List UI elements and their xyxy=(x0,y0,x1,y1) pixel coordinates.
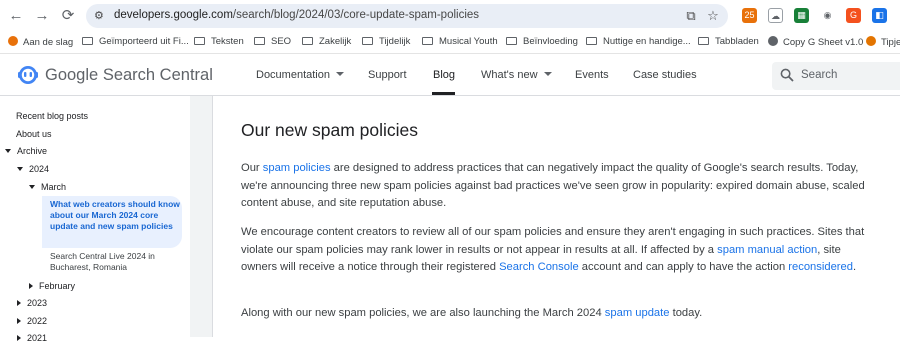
search-console-link[interactable]: Search Console xyxy=(499,261,579,273)
bookmark-favicon-icon xyxy=(866,36,876,46)
bookmarks-bar: Aan de slag Geïmporteerd uit Fi... Tekst… xyxy=(0,32,900,54)
sidebar-item-february[interactable]: February xyxy=(29,281,75,291)
expand-arrow-icon xyxy=(17,300,21,306)
chevron-down-icon xyxy=(336,72,344,76)
content-gutter xyxy=(190,96,212,337)
site-header: Google Search Central Documentation Supp… xyxy=(0,54,900,96)
bookmark-folder[interactable]: Tabbladen xyxy=(698,36,759,47)
back-icon[interactable]: ← xyxy=(8,8,24,24)
expand-arrow-icon xyxy=(29,283,33,289)
bookmark-folder[interactable]: Beïnvloeding xyxy=(506,36,578,47)
address-bar[interactable]: ⚙ developers.google.com/search/blog/2024… xyxy=(86,4,728,28)
folder-icon xyxy=(506,37,517,45)
bookmark-folder[interactable]: Nuttige en handige... xyxy=(586,36,691,47)
reconsidered-link[interactable]: reconsidered xyxy=(788,261,853,273)
bookmark-star-icon[interactable]: ☆ xyxy=(706,9,720,23)
nav-support[interactable]: Support xyxy=(368,69,407,81)
bookmark-folder[interactable]: Tijdelijk xyxy=(362,36,410,47)
article-paragraph-2: We encourage content creators to review … xyxy=(241,226,865,273)
selected-post-label: What web creators should know about our … xyxy=(50,199,180,231)
active-tab-indicator xyxy=(432,92,455,95)
bookmark-folder[interactable]: SEO xyxy=(254,36,291,47)
brand-google: Google xyxy=(45,66,99,84)
article-heading: Our new spam policies xyxy=(241,120,419,140)
forward-icon[interactable]: → xyxy=(34,8,50,24)
sidebar-item-2024[interactable]: 2024 xyxy=(17,164,49,174)
search-icon xyxy=(780,68,794,82)
expand-arrow-icon xyxy=(17,335,21,341)
search-box[interactable]: Search xyxy=(772,62,900,90)
bookmark-favicon-icon xyxy=(8,36,18,46)
url-path: /search/blog/2024/03/core-update-spam-po… xyxy=(232,9,480,21)
folder-icon xyxy=(254,37,265,45)
profile-extension-icon[interactable]: ◧ xyxy=(872,8,887,23)
site-info-icon[interactable]: ⚙ xyxy=(94,9,108,23)
cloud-extension-icon[interactable]: ☁ xyxy=(768,8,783,23)
nav-documentation[interactable]: Documentation xyxy=(256,69,344,81)
sidebar-item-recent[interactable]: Recent blog posts xyxy=(16,111,88,121)
article-paragraph-3: Along with our new spam policies, we are… xyxy=(241,307,703,319)
install-app-icon[interactable]: ⧉ xyxy=(684,9,698,23)
nav-case-studies[interactable]: Case studies xyxy=(633,69,697,81)
bookmark-folder[interactable]: Zakelijk xyxy=(302,36,351,47)
spam-update-link[interactable]: spam update xyxy=(605,307,670,319)
bookmark-item[interactable]: Aan de slag xyxy=(8,36,73,48)
spam-policies-link[interactable]: spam policies xyxy=(263,162,331,174)
camera-extension-icon[interactable]: ◉ xyxy=(820,8,835,23)
url-text[interactable]: developers.google.com/search/blog/2024/0… xyxy=(114,9,479,21)
expand-arrow-icon xyxy=(5,149,11,153)
sidebar-item-about[interactable]: About us xyxy=(16,129,52,139)
sidebar-item-2021[interactable]: 2021 xyxy=(17,333,47,343)
folder-icon xyxy=(82,37,93,45)
sidebar-item-selected-post[interactable]: What web creators should know about our … xyxy=(42,196,182,248)
expand-arrow-icon xyxy=(17,167,23,171)
sidebar-item-march[interactable]: March xyxy=(29,182,66,192)
folder-icon xyxy=(698,37,709,45)
article-paragraph-1: Our spam policies are designed to addres… xyxy=(241,162,865,209)
extension-badge: 25 xyxy=(744,10,755,20)
globe-icon xyxy=(768,36,778,46)
bookmark-folder[interactable]: Teksten xyxy=(194,36,244,47)
bookmark-item[interactable]: Tipje xyxy=(866,36,900,48)
sidebar-item-search-central-live[interactable]: Search Central Live 2024 in Bucharest, R… xyxy=(50,251,180,273)
search-central-logo-icon[interactable] xyxy=(16,63,40,87)
sidebar-item-archive[interactable]: Archive xyxy=(5,146,47,156)
spam-manual-action-link[interactable]: spam manual action xyxy=(717,244,817,256)
folder-icon xyxy=(422,37,433,45)
folder-icon xyxy=(302,37,313,45)
folder-icon xyxy=(194,37,205,45)
nav-events[interactable]: Events xyxy=(575,69,609,81)
g-extension-icon[interactable]: G xyxy=(846,8,861,23)
folder-icon xyxy=(586,37,597,45)
sidebar-item-2022[interactable]: 2022 xyxy=(17,316,47,326)
bookmark-folder[interactable]: Geïmporteerd uit Fi... xyxy=(82,36,189,47)
reload-icon[interactable]: ⟳ xyxy=(60,8,76,24)
sidebar-item-2023[interactable]: 2023 xyxy=(17,298,47,308)
extension-icon[interactable]: 25 xyxy=(742,8,757,23)
search-placeholder: Search xyxy=(801,69,838,81)
expand-arrow-icon xyxy=(17,318,21,324)
browser-toolbar: ← → ⟳ ⚙ developers.google.com/search/blo… xyxy=(0,0,900,32)
brand-product: Search Central xyxy=(102,66,213,84)
sheet-extension-icon[interactable]: ▦ xyxy=(794,8,809,23)
folder-icon xyxy=(362,37,373,45)
brand-title[interactable]: Google Search Central xyxy=(45,66,213,85)
bookmark-item[interactable]: Copy G Sheet v1.0 xyxy=(768,36,863,48)
nav-blog[interactable]: Blog xyxy=(433,69,455,81)
bookmark-folder[interactable]: Musical Youth xyxy=(422,36,498,47)
url-host: developers.google.com xyxy=(114,9,233,21)
chevron-down-icon xyxy=(543,72,552,76)
nav-whats-new[interactable]: What's new xyxy=(481,69,552,81)
expand-arrow-icon xyxy=(29,185,35,189)
